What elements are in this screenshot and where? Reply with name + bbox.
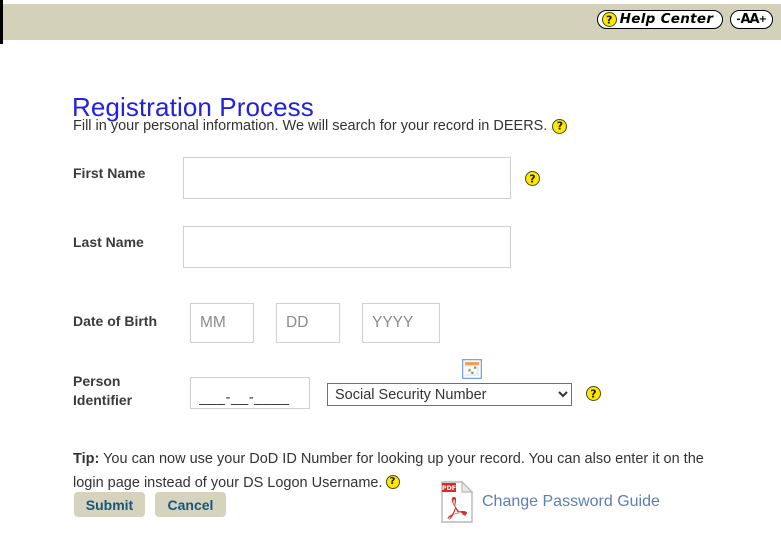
dob-month-input[interactable] bbox=[190, 303, 254, 343]
first-name-help-icon[interactable] bbox=[525, 171, 540, 186]
dob-day-input[interactable] bbox=[276, 303, 340, 343]
help-center-label: Help Center bbox=[620, 13, 714, 27]
dob-year-input[interactable] bbox=[362, 303, 440, 343]
svg-text:PDF: PDF bbox=[442, 484, 456, 492]
tip-prefix: Tip: bbox=[73, 451, 99, 467]
header-tools: Help Center - AA + bbox=[597, 10, 773, 29]
help-center-button[interactable]: Help Center bbox=[597, 10, 724, 29]
text-size-control[interactable]: - AA + bbox=[730, 10, 773, 29]
calendar-icon[interactable] bbox=[462, 359, 482, 379]
top-header-band: Help Center - AA + bbox=[3, 4, 781, 40]
cancel-button[interactable]: Cancel bbox=[155, 492, 226, 517]
pdf-file-icon: PDF bbox=[440, 481, 474, 523]
text-size-increase-icon[interactable]: + bbox=[759, 15, 767, 25]
change-password-guide-label: Change Password Guide bbox=[482, 493, 660, 511]
person-identifier-input[interactable] bbox=[190, 377, 310, 409]
last-name-label: Last Name bbox=[73, 233, 144, 252]
person-identifier-label-line1: Person bbox=[73, 372, 120, 391]
intro-help-icon[interactable] bbox=[552, 119, 567, 134]
first-name-label: First Name bbox=[73, 164, 145, 183]
tip-help-icon[interactable] bbox=[386, 475, 400, 489]
intro-text-row: Fill in your personal information. We wi… bbox=[73, 118, 567, 134]
change-password-guide-link[interactable]: PDF Change Password Guide bbox=[440, 481, 660, 523]
person-identifier-label-line2: Identifier bbox=[73, 391, 132, 410]
main-content: Registration Process Fill in your person… bbox=[0, 44, 781, 548]
submit-button[interactable]: Submit bbox=[74, 492, 145, 517]
question-mark-icon bbox=[602, 12, 617, 27]
last-name-input[interactable] bbox=[183, 226, 511, 268]
person-identifier-type-select[interactable]: Social Security Number bbox=[327, 383, 572, 406]
person-identifier-help-icon[interactable] bbox=[586, 386, 601, 401]
intro-text: Fill in your personal information. We wi… bbox=[73, 118, 547, 134]
date-of-birth-label: Date of Birth bbox=[73, 312, 157, 331]
text-size-aa-label: AA bbox=[740, 13, 758, 26]
first-name-input[interactable] bbox=[183, 157, 511, 199]
